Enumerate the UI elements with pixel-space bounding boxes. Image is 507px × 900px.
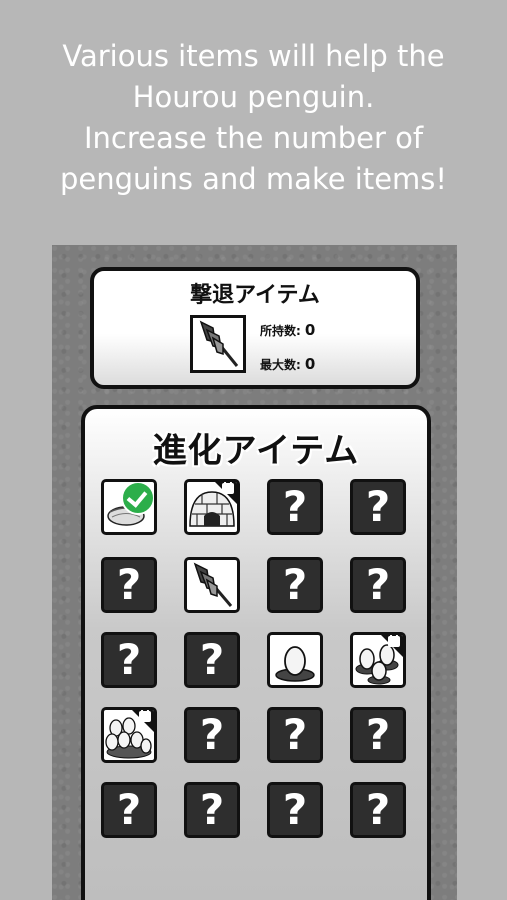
owned-label: 所持数: — [260, 324, 301, 338]
unknown-item-slot[interactable]: ? — [101, 557, 157, 613]
question-mark-icon: ? — [116, 635, 142, 684]
question-mark-icon: ? — [282, 785, 308, 834]
evolution-item-panel: 進化アイテム ?????????????? — [81, 405, 431, 900]
unknown-item-slot[interactable]: ? — [350, 707, 406, 763]
padlock-glyph — [139, 710, 151, 722]
unknown-item-slot[interactable]: ? — [267, 479, 323, 535]
item-slot-nest[interactable] — [101, 479, 157, 535]
question-mark-icon: ? — [199, 635, 225, 684]
question-mark-icon: ? — [116, 785, 142, 834]
unknown-item-slot[interactable]: ? — [267, 707, 323, 763]
owned-value: 0 — [304, 321, 316, 339]
question-mark-icon: ? — [282, 560, 308, 609]
game-screen: 撃退アイテム 所持数: 0 最大数: 0 進化アイテム ?????????????? — [52, 245, 457, 900]
question-mark-icon: ? — [282, 710, 308, 759]
unknown-item-slot[interactable]: ? — [184, 632, 240, 688]
max-count: 最大数: 0 — [260, 355, 315, 373]
padlock-glyph — [388, 635, 400, 647]
promo-text: Various items will help the Hourou pengu… — [59, 39, 448, 196]
question-mark-icon: ? — [116, 560, 142, 609]
spear-icon — [187, 560, 237, 610]
repel-item-panel[interactable]: 撃退アイテム 所持数: 0 最大数: 0 — [90, 267, 420, 389]
unknown-item-slot[interactable]: ? — [101, 632, 157, 688]
egg-nest-icon — [270, 635, 320, 685]
padlock-glyph — [222, 482, 234, 494]
evolution-item-title: 進化アイテム — [152, 431, 360, 471]
checkmark-icon — [121, 482, 154, 515]
question-mark-icon: ? — [199, 785, 225, 834]
repel-item-title: 撃退アイテム — [190, 283, 320, 308]
spear-icon — [190, 315, 246, 373]
question-mark-icon: ? — [365, 560, 391, 609]
item-slot-egg-nest[interactable] — [267, 632, 323, 688]
item-slot-many-eggs[interactable] — [101, 707, 157, 763]
owned-count: 所持数: 0 — [260, 321, 315, 339]
item-slot-igloo[interactable] — [184, 479, 240, 535]
unknown-item-slot[interactable]: ? — [350, 557, 406, 613]
question-mark-icon: ? — [199, 710, 225, 759]
unknown-item-slot[interactable]: ? — [350, 782, 406, 838]
question-mark-icon: ? — [282, 482, 308, 531]
question-mark-icon: ? — [365, 482, 391, 531]
unknown-item-slot[interactable]: ? — [267, 557, 323, 613]
item-slot-three-eggs[interactable] — [350, 632, 406, 688]
question-mark-icon: ? — [365, 710, 391, 759]
unknown-item-slot[interactable]: ? — [101, 782, 157, 838]
unknown-item-slot[interactable]: ? — [184, 707, 240, 763]
max-value: 0 — [304, 355, 316, 373]
unknown-item-slot[interactable]: ? — [267, 782, 323, 838]
item-slot-spear[interactable] — [184, 557, 240, 613]
unknown-item-slot[interactable]: ? — [184, 782, 240, 838]
max-label: 最大数: — [260, 358, 301, 372]
question-mark-icon: ? — [365, 785, 391, 834]
unknown-item-slot[interactable]: ? — [350, 479, 406, 535]
